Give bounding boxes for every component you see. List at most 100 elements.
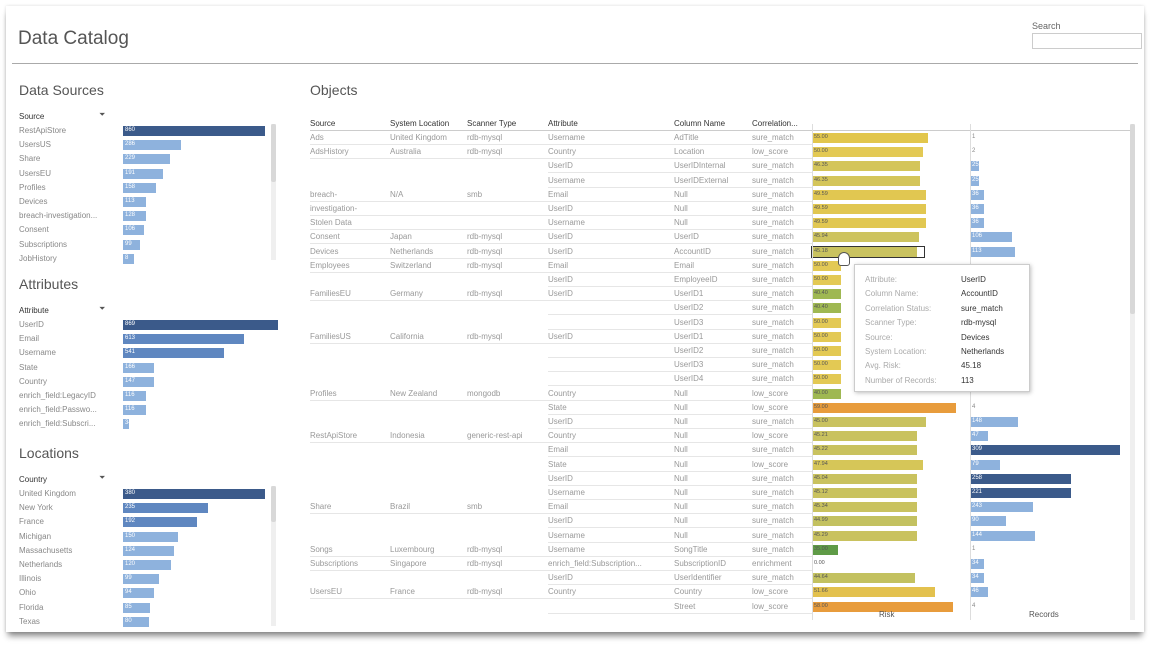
attributes-row-value: 869 xyxy=(125,321,136,327)
records-bar[interactable]: 34 xyxy=(970,559,984,569)
header-correlation[interactable]: Correlation... xyxy=(752,119,798,128)
risk-bar[interactable]: 49.59 xyxy=(812,218,926,229)
risk-bar[interactable]: 40.40 xyxy=(812,303,841,314)
search-input[interactable] xyxy=(1032,33,1142,49)
row-divider xyxy=(310,229,812,231)
locations-scrollbar[interactable] xyxy=(271,486,276,522)
records-bar[interactable]: 221 xyxy=(970,488,1071,498)
locations-row[interactable]: Texas 80 xyxy=(19,615,279,628)
risk-bar[interactable]: 45.34 xyxy=(812,502,917,513)
data_sources-row[interactable]: Consent 106 xyxy=(19,223,279,236)
attributes-row[interactable]: State 166 xyxy=(19,361,279,374)
risk-bar[interactable]: 55.00 xyxy=(812,133,928,143)
records-bar[interactable]: 90 xyxy=(970,516,1006,527)
risk-bar[interactable]: 50.00 xyxy=(812,147,923,158)
records-bar[interactable]: 36 xyxy=(970,204,984,214)
attributes-row[interactable]: enrich_field:LegacyID 116 xyxy=(19,389,279,402)
data_sources-row[interactable]: Subscriptions 99 xyxy=(19,238,279,251)
data_sources-row[interactable]: UsersUS 286 xyxy=(19,138,279,151)
risk-bar[interactable]: 50.00 xyxy=(812,374,841,385)
risk-bar[interactable]: 50.00 xyxy=(812,275,841,285)
attributes-row[interactable]: enrich_field:Subscri... 34 xyxy=(19,417,279,430)
objects-scrollbar[interactable] xyxy=(1130,124,1135,314)
risk-bar[interactable]: 45.00 xyxy=(812,417,926,427)
attributes-row[interactable]: Email 613 xyxy=(19,332,279,345)
risk-bar[interactable]: 50.00 xyxy=(812,317,841,328)
risk-bar[interactable]: 46.35 xyxy=(812,175,920,186)
attributes-row[interactable]: Username 541 xyxy=(19,346,279,359)
header-scanner-type[interactable]: Scanner Type xyxy=(467,119,516,128)
data_sources-row[interactable]: breach-investigation... 128 xyxy=(19,209,279,222)
risk-bar[interactable]: 45.12 xyxy=(812,488,917,498)
records-bar[interactable]: 46 xyxy=(970,587,988,598)
data_sources-row[interactable]: Devices 113 xyxy=(19,195,279,208)
risk-bar[interactable]: 50.00 xyxy=(812,360,841,371)
risk-bar[interactable]: 45.22 xyxy=(812,445,917,456)
locations-row[interactable]: United Kingdom 380 xyxy=(19,487,279,500)
records-bar[interactable]: 309 xyxy=(970,445,1120,456)
locations-row[interactable]: Massachusetts 124 xyxy=(19,544,279,557)
data_sources-row[interactable]: Profiles 158 xyxy=(19,181,279,194)
locations-row[interactable]: France 192 xyxy=(19,515,279,528)
records-bar[interactable]: 34 xyxy=(970,573,984,584)
data-sources-scrollbar[interactable] xyxy=(271,124,276,182)
risk-bar[interactable]: 50.00 xyxy=(812,346,841,356)
risk-bar[interactable]: 51.66 xyxy=(812,587,935,598)
cell-column: SongTitle xyxy=(674,544,708,554)
locations-row[interactable]: Illinois 99 xyxy=(19,572,279,585)
locations-row[interactable]: Netherlands 120 xyxy=(19,558,279,571)
cell-location: Japan xyxy=(390,232,412,242)
records-bar[interactable]: 144 xyxy=(970,530,1035,541)
records-bar[interactable]: 47 xyxy=(970,431,988,442)
risk-bar[interactable]: 40.00 xyxy=(812,388,841,399)
row-divider xyxy=(548,357,812,358)
risk-bar[interactable]: 46.35 xyxy=(812,161,920,172)
data_sources-row[interactable]: UsersEU 191 xyxy=(19,167,279,180)
data_sources-row[interactable]: RestApiStore 860 xyxy=(19,124,279,137)
risk-bar[interactable]: 49.59 xyxy=(812,189,926,200)
header-source[interactable]: Source xyxy=(310,119,335,128)
risk-bar[interactable]: 59.00 xyxy=(812,402,956,413)
risk-bar[interactable]: 45.04 xyxy=(812,473,917,484)
locations-row[interactable]: New York 235 xyxy=(19,501,279,514)
locations-row[interactable]: Michigan 150 xyxy=(19,530,279,543)
records-bar[interactable]: 258 xyxy=(970,473,1071,484)
locations-row[interactable]: Florida 85 xyxy=(19,601,279,614)
risk-bar[interactable]: 44.99 xyxy=(812,516,917,527)
records-bar[interactable]: 25 xyxy=(970,161,979,172)
risk-bar[interactable]: 50.00 xyxy=(812,260,841,271)
records-bar[interactable]: 25 xyxy=(970,175,979,186)
data_sources-row[interactable]: Share 229 xyxy=(19,152,279,165)
risk-bar[interactable]: 49.59 xyxy=(812,204,926,214)
data_sources-row[interactable]: JobHistory 8 xyxy=(19,252,279,265)
records-bar[interactable]: 79 xyxy=(970,459,1000,470)
risk-bar[interactable]: 35.00 xyxy=(812,544,838,555)
risk-bar[interactable]: 45.94 xyxy=(812,232,919,243)
risk-bar[interactable]: 47.94 xyxy=(812,459,923,470)
attributes-row[interactable]: Country 147 xyxy=(19,375,279,388)
records-bar[interactable]: 36 xyxy=(970,189,984,200)
risk-bar[interactable]: 45.29 xyxy=(812,530,917,541)
cell-column: AccountID xyxy=(674,246,711,256)
risk-bar[interactable]: 40.40 xyxy=(812,289,841,300)
records-bar[interactable]: 148 xyxy=(970,417,1018,427)
locations-row[interactable]: Ohio 94 xyxy=(19,586,279,599)
risk-value: 50.00 xyxy=(814,261,828,268)
records-bar[interactable]: 113 xyxy=(970,246,1015,257)
records-value: 90 xyxy=(972,517,979,524)
records-bar[interactable]: 243 xyxy=(970,502,1033,513)
risk-bar[interactable]: 44.64 xyxy=(812,573,915,584)
risk-bar[interactable]: 50.00 xyxy=(812,331,841,342)
header-column-name[interactable]: Column Name xyxy=(674,119,725,128)
header-attribute[interactable]: Attribute xyxy=(548,119,578,128)
records-bar[interactable]: 106 xyxy=(970,232,1012,243)
filter-icon[interactable]: ⏷ xyxy=(99,474,107,482)
header-system-location[interactable]: System Location xyxy=(390,119,449,128)
attributes-row[interactable]: UserID 869 xyxy=(19,318,279,331)
row-divider xyxy=(310,144,812,145)
filter-icon[interactable]: ⏷ xyxy=(99,111,107,119)
attributes-row[interactable]: enrich_field:Passwo... 116 xyxy=(19,403,279,416)
records-bar[interactable]: 36 xyxy=(970,218,984,229)
filter-icon[interactable]: ⏷ xyxy=(99,305,107,313)
risk-bar[interactable]: 45.21 xyxy=(812,431,917,442)
